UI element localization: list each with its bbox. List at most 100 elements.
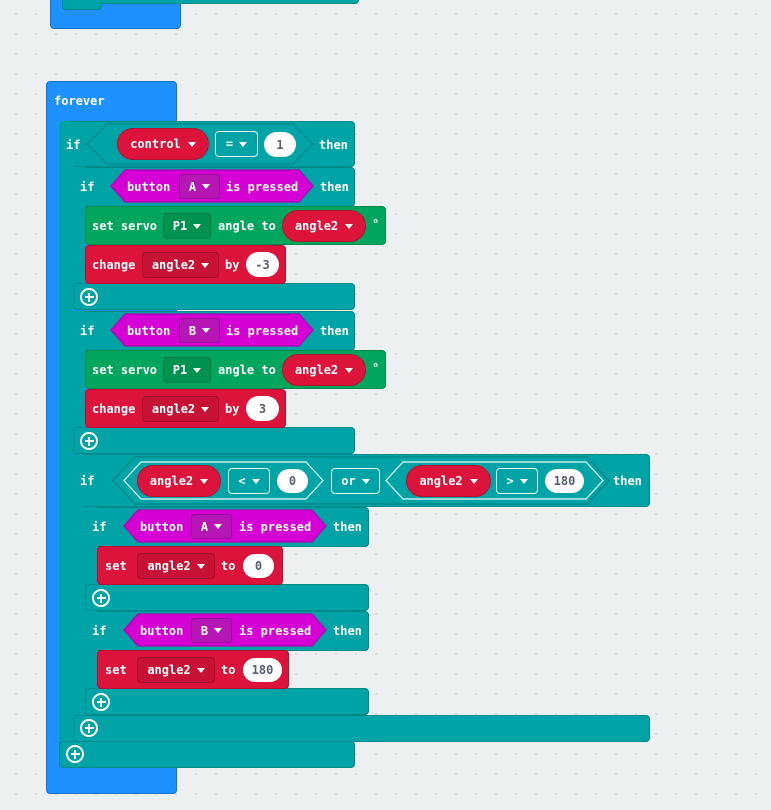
if-inner-b-keyword: if bbox=[92, 624, 107, 638]
add-else-plus-icon[interactable] bbox=[80, 288, 98, 306]
angle2-variable-label: angle2 bbox=[149, 474, 194, 488]
chevron-down-icon bbox=[193, 367, 202, 373]
if-inner-b-then: then bbox=[333, 624, 362, 638]
button-word-label: button bbox=[140, 520, 184, 534]
angle2-variable[interactable]: angle2 bbox=[282, 354, 366, 386]
add-else-plus-icon[interactable] bbox=[80, 719, 98, 737]
if-control-then: then bbox=[319, 138, 348, 152]
if-inner-a-footer bbox=[85, 584, 369, 611]
chevron-down-icon bbox=[201, 406, 210, 412]
if-inner-a-keyword: if bbox=[92, 520, 107, 534]
chevron-down-icon bbox=[200, 478, 209, 484]
chevron-down-icon bbox=[214, 628, 223, 633]
change-variable-label: angle2 bbox=[151, 402, 196, 416]
servo-pin-label: P1 bbox=[172, 363, 188, 377]
is-pressed-label: is pressed bbox=[226, 324, 299, 338]
button-b-dropdown[interactable]: B bbox=[179, 318, 220, 343]
chevron-down-icon bbox=[345, 223, 354, 229]
button-word-label: button bbox=[127, 180, 171, 194]
if-button-b-footer bbox=[73, 427, 355, 454]
control-variable[interactable]: control bbox=[117, 128, 209, 160]
chevron-down-icon bbox=[187, 141, 196, 147]
logic-operator-label: or bbox=[341, 474, 356, 488]
if-inner-b-footer bbox=[85, 688, 369, 715]
change-label: change bbox=[92, 402, 136, 416]
if-button-b-then: then bbox=[320, 324, 349, 338]
degree-symbol: ° bbox=[372, 217, 380, 231]
button-word-label: button bbox=[127, 324, 171, 338]
button-word-label: button bbox=[140, 624, 184, 638]
to-label: to bbox=[221, 663, 236, 677]
chevron-down-icon bbox=[239, 141, 248, 147]
set-variable-dropdown[interactable]: angle2 bbox=[137, 553, 215, 579]
servo-pin-dropdown[interactable]: P1 bbox=[163, 213, 211, 239]
button-a-dropdown[interactable]: A bbox=[191, 514, 232, 539]
chevron-down-icon bbox=[202, 184, 211, 189]
add-else-plus-icon[interactable] bbox=[66, 745, 84, 763]
set-value-input[interactable]: 180 bbox=[243, 658, 282, 682]
set-servo-label: set servo bbox=[92, 363, 158, 377]
button-b-label: B bbox=[200, 623, 209, 638]
chevron-down-icon bbox=[469, 478, 478, 484]
angle2-variable[interactable]: angle2 bbox=[406, 465, 491, 497]
chevron-down-icon bbox=[202, 328, 211, 333]
less-than-operator-label: < bbox=[238, 474, 246, 488]
set-variable-dropdown[interactable]: angle2 bbox=[137, 657, 215, 683]
angle-to-label: angle to bbox=[218, 363, 276, 377]
chevron-down-icon bbox=[519, 478, 528, 484]
set-servo-label: set servo bbox=[92, 219, 158, 233]
less-than-operator-dropdown[interactable]: < bbox=[228, 468, 270, 494]
upper-bound-input[interactable]: 180 bbox=[545, 469, 584, 493]
change-variable-dropdown[interactable]: angle2 bbox=[142, 252, 219, 278]
button-a-label: A bbox=[188, 179, 197, 194]
chevron-down-icon bbox=[201, 262, 210, 268]
change-variable-dropdown[interactable]: angle2 bbox=[142, 396, 219, 422]
set-label: set bbox=[105, 663, 127, 677]
set-variable-label: angle2 bbox=[147, 663, 191, 677]
if-range-footer bbox=[73, 715, 650, 742]
button-b-dropdown[interactable]: B bbox=[191, 618, 232, 643]
change-variable-label: angle2 bbox=[151, 258, 196, 272]
degree-symbol: ° bbox=[372, 361, 380, 375]
angle2-variable-label: angle2 bbox=[294, 219, 339, 233]
greater-than-operator-label: > bbox=[506, 474, 514, 488]
chevron-down-icon bbox=[251, 478, 260, 484]
previous-event-body bbox=[62, 0, 359, 4]
add-else-plus-icon[interactable] bbox=[92, 693, 110, 711]
compare-value-input[interactable]: 1 bbox=[264, 132, 296, 157]
chevron-down-icon bbox=[361, 478, 370, 484]
angle-to-label: angle to bbox=[218, 219, 276, 233]
greater-than-operator-dropdown[interactable]: > bbox=[496, 468, 538, 494]
chevron-down-icon bbox=[214, 524, 223, 529]
if-button-a-keyword: if bbox=[80, 180, 95, 194]
operator-dropdown[interactable]: = bbox=[215, 131, 258, 157]
angle2-variable[interactable]: angle2 bbox=[137, 465, 221, 497]
set-variable-label: angle2 bbox=[147, 559, 191, 573]
if-control-spine bbox=[59, 121, 73, 767]
if-range-then: then bbox=[613, 474, 642, 488]
button-a-dropdown[interactable]: A bbox=[179, 174, 220, 199]
if-range-spine bbox=[73, 454, 85, 742]
angle2-variable-label: angle2 bbox=[419, 474, 463, 488]
if-control-keyword: if bbox=[66, 138, 81, 152]
button-a-label: A bbox=[200, 519, 209, 534]
lower-bound-input[interactable]: 0 bbox=[277, 469, 308, 493]
previous-event-foot bbox=[62, 0, 102, 10]
button-b-label: B bbox=[188, 323, 197, 338]
logic-operator-dropdown[interactable]: or bbox=[331, 468, 380, 494]
add-else-plus-icon[interactable] bbox=[92, 589, 110, 607]
change-label: change bbox=[92, 258, 136, 272]
if-control-footer bbox=[59, 741, 355, 768]
change-value-input[interactable]: 3 bbox=[246, 396, 279, 421]
chevron-down-icon bbox=[345, 367, 354, 373]
control-variable-label: control bbox=[130, 137, 181, 151]
set-label: set bbox=[105, 559, 127, 573]
set-value-input[interactable]: 0 bbox=[243, 554, 274, 578]
servo-pin-dropdown[interactable]: P1 bbox=[163, 357, 211, 383]
angle2-variable[interactable]: angle2 bbox=[282, 210, 366, 242]
change-value-input[interactable]: -3 bbox=[246, 252, 279, 277]
by-label: by bbox=[225, 258, 240, 272]
if-range-keyword: if bbox=[80, 474, 95, 488]
add-else-plus-icon[interactable] bbox=[80, 432, 98, 450]
operator-label: = bbox=[225, 137, 234, 151]
